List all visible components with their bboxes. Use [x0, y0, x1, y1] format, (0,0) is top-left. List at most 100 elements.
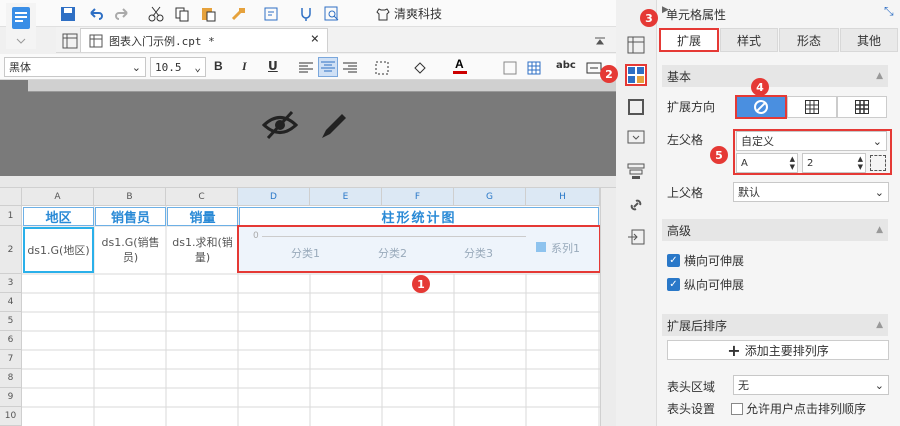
undo-icon[interactable]: [86, 4, 106, 24]
search-icon[interactable]: [322, 4, 342, 24]
close-icon[interactable]: ×: [311, 31, 319, 47]
checkbox-checked-icon[interactable]: ✓: [667, 278, 680, 291]
row-header-9[interactable]: 9: [0, 388, 22, 407]
app-logo[interactable]: [6, 3, 36, 49]
cut-icon[interactable]: [146, 4, 166, 24]
tab-expand[interactable]: 扩展: [659, 28, 719, 52]
hide-icon[interactable]: [261, 110, 299, 143]
company-button[interactable]: 清爽科技: [376, 5, 442, 22]
cell-style-icon[interactable]: [500, 58, 520, 78]
font-family-select[interactable]: 黑体 ⌄: [4, 57, 146, 77]
splitter[interactable]: [0, 176, 616, 188]
up-parent-select[interactable]: 默认 ⌄: [733, 182, 889, 202]
condition-icon[interactable]: [625, 160, 647, 182]
add-sort-button[interactable]: + 添加主要排列序: [667, 340, 889, 360]
vertical-scrollbar[interactable]: [600, 188, 616, 426]
header-cell-sales[interactable]: 销量: [167, 207, 238, 226]
border-icon[interactable]: [372, 58, 392, 78]
abc-icon[interactable]: abc: [556, 60, 576, 71]
bold-button[interactable]: B: [214, 59, 223, 73]
left-parent-select[interactable]: 自定义 ⌄: [736, 131, 887, 151]
column-header-b[interactable]: B: [94, 188, 166, 206]
column-header-f[interactable]: F: [382, 188, 454, 206]
vertical-expand-button[interactable]: [787, 96, 837, 118]
data-cell-region[interactable]: ds1.G(地区): [23, 227, 94, 273]
cell-picker-icon[interactable]: [870, 155, 886, 171]
debug-icon[interactable]: [296, 4, 316, 24]
copy-icon[interactable]: [172, 4, 192, 24]
row-header-6[interactable]: 6: [0, 331, 22, 350]
column-header-a[interactable]: A: [22, 188, 94, 206]
column-header-e[interactable]: E: [310, 188, 382, 206]
cell-attribute-icon[interactable]: [625, 64, 647, 86]
table-icon[interactable]: [524, 58, 544, 78]
left-parent-column-input[interactable]: A ▲ ▼: [736, 153, 798, 173]
font-size-select[interactable]: 10.5 ⌄: [150, 57, 206, 77]
redo-icon[interactable]: [112, 4, 132, 24]
frame-icon[interactable]: [625, 96, 647, 118]
header-cell-chart[interactable]: 柱形统计图: [239, 207, 599, 226]
preview-icon[interactable]: [262, 4, 282, 24]
data-cell-sales[interactable]: ds1.求和(销量): [167, 227, 238, 273]
allow-sort-checkbox[interactable]: 允许用户点击排列顺序: [731, 400, 866, 417]
vertical-stretch-checkbox[interactable]: ✓ 纵向可伸展: [667, 276, 744, 293]
chevron-down-icon: ⌄: [874, 185, 884, 199]
row-header-3[interactable]: 3: [0, 274, 22, 293]
save-icon[interactable]: [58, 4, 78, 24]
header-area-select[interactable]: 无 ⌄: [733, 375, 889, 395]
row-header-2[interactable]: 2: [0, 226, 22, 274]
header-cell-salesperson[interactable]: 销售员: [95, 207, 166, 226]
checkbox-checked-icon[interactable]: ✓: [667, 254, 680, 267]
tab-style[interactable]: 样式: [720, 28, 778, 52]
expand-panel-icon[interactable]: ⤡: [884, 4, 894, 19]
stepper-icon[interactable]: ▲ ▼: [790, 155, 795, 171]
cell-element-icon[interactable]: [625, 34, 647, 56]
tab-menu-icon[interactable]: [590, 31, 610, 51]
horizontal-stretch-checkbox[interactable]: ✓ 横向可伸展: [667, 252, 744, 269]
fill-color-icon[interactable]: [410, 58, 430, 78]
row-header-4[interactable]: 4: [0, 293, 22, 312]
import-icon[interactable]: [625, 226, 647, 248]
column-header-h[interactable]: H: [526, 188, 600, 206]
stepper-icon[interactable]: ▲ ▼: [858, 155, 863, 171]
column-header-g[interactable]: G: [454, 188, 526, 206]
format-painter-icon[interactable]: [228, 4, 248, 24]
align-right-icon[interactable]: [340, 58, 360, 78]
horizontal-expand-button[interactable]: [837, 96, 887, 118]
cell-property-panel: [656, 0, 900, 426]
italic-button[interactable]: I: [242, 59, 247, 74]
tab-other[interactable]: 其他: [840, 28, 898, 52]
up-parent-label: 上父格: [667, 186, 704, 200]
section-basic[interactable]: 基本 ▲: [662, 65, 888, 87]
column-header-d[interactable]: D: [238, 188, 310, 206]
corner-cell[interactable]: [0, 188, 22, 206]
tab-form[interactable]: 形态: [779, 28, 839, 52]
widget-icon[interactable]: [625, 126, 647, 148]
row-header-10[interactable]: 10: [0, 407, 22, 426]
align-left-icon[interactable]: [296, 58, 316, 78]
row-header-5[interactable]: 5: [0, 312, 22, 331]
section-sort[interactable]: 扩展后排序 ▲: [662, 314, 888, 336]
header-cell-region[interactable]: 地区: [23, 207, 94, 226]
hyperlink-icon[interactable]: [625, 194, 647, 216]
grid-template-icon[interactable]: [60, 31, 80, 51]
ruler: [28, 80, 616, 92]
tab-report-file[interactable]: 图表入门示例.cpt * ×: [80, 28, 328, 52]
no-expand-button[interactable]: [735, 95, 787, 119]
section-advanced[interactable]: 高级 ▲: [662, 219, 888, 241]
data-cell-salesperson[interactable]: ds1.G(销售员): [95, 227, 166, 273]
shirt-icon: [376, 7, 390, 20]
left-parent-row-input[interactable]: 2 ▲ ▼: [802, 153, 866, 173]
row-header-1[interactable]: 1: [0, 206, 22, 226]
allow-sort-label: 允许用户点击排列顺序: [746, 402, 867, 416]
row-header-8[interactable]: 8: [0, 369, 22, 388]
vertical-stretch-label: 纵向可伸展: [684, 278, 745, 292]
underline-button[interactable]: U: [268, 59, 278, 73]
column-header-c[interactable]: C: [166, 188, 238, 206]
edit-icon[interactable]: [318, 110, 350, 145]
paste-icon[interactable]: [198, 4, 218, 24]
font-color-icon[interactable]: A: [450, 56, 470, 76]
checkbox-unchecked-icon[interactable]: [731, 402, 743, 415]
row-header-7[interactable]: 7: [0, 350, 22, 369]
align-center-icon[interactable]: [318, 57, 338, 77]
